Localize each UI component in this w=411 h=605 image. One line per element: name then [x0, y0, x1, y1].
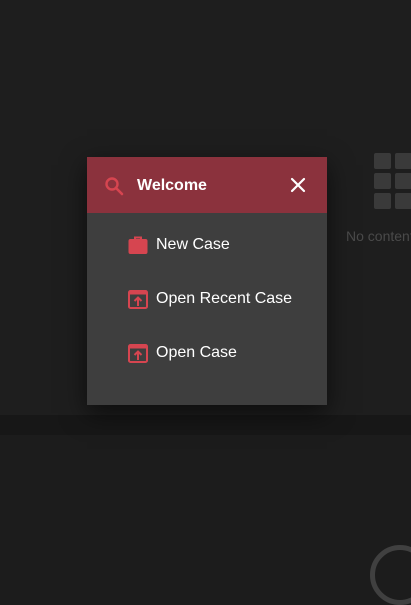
empty-state-text: No content — [346, 228, 411, 244]
background-divider — [0, 415, 411, 435]
new-case-button[interactable]: New Case — [127, 232, 317, 260]
grid-icon — [374, 153, 411, 211]
open-recent-case-label: Open Recent Case — [156, 290, 293, 307]
open-case-button[interactable]: Open Case — [127, 340, 317, 368]
search-icon[interactable] — [104, 176, 124, 196]
dialog-header: Welcome — [87, 157, 327, 213]
open-case-label: Open Case — [156, 344, 237, 361]
welcome-dialog: Welcome New Case Open Recent Case Open C… — [87, 157, 327, 405]
new-case-label: New Case — [156, 236, 230, 253]
open-recent-case-button[interactable]: Open Recent Case — [127, 286, 317, 314]
background-bottom-panel — [0, 435, 411, 577]
open-in-icon — [127, 342, 149, 364]
close-button[interactable] — [287, 174, 309, 196]
open-in-icon — [127, 288, 149, 310]
dialog-title: Welcome — [137, 177, 207, 194]
briefcase-icon — [127, 234, 149, 256]
close-icon — [290, 177, 306, 193]
